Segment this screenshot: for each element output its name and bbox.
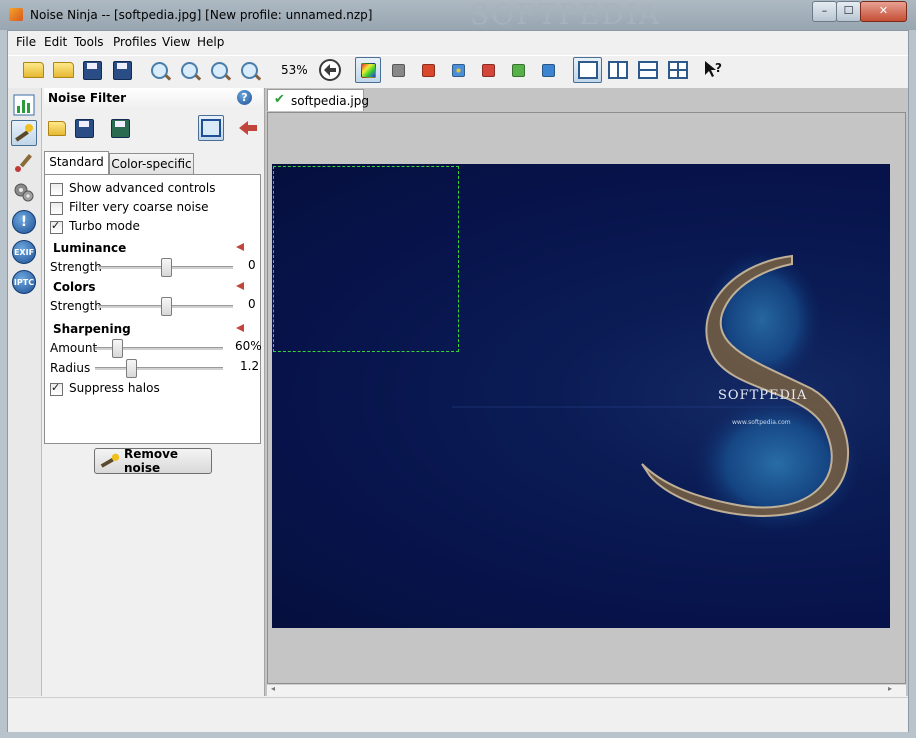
channel-red-icon[interactable] [415,57,441,83]
check-icon: ✔ [274,92,285,107]
sharpening-heading: Sharpening [53,322,131,336]
open-profile-folder-icon[interactable] [50,57,76,83]
turbo-mode-checkbox[interactable] [50,219,63,234]
title-bar: SOFTPEDIA Noise Ninja -- [softpedia.jpg]… [0,0,916,31]
preview-view-icon[interactable] [198,115,224,141]
document-tab[interactable]: ✔ softpedia.jpg [267,89,369,111]
image-title: SOFTPEDIA [718,388,807,403]
save-as-icon[interactable] [109,57,135,83]
title-watermark: SOFTPEDIA [470,0,662,31]
wand-icon [100,453,120,468]
tab-standard[interactable]: Standard [44,151,109,175]
zoom-in-icon[interactable] [146,57,172,83]
svg-text:SOFTPEDIA: SOFTPEDIA [718,388,807,403]
amount-value: 60% [235,339,262,353]
tab-color-specific[interactable]: Color-specific [109,153,194,175]
app-icon [9,8,23,21]
channel-green-icon[interactable] [505,57,531,83]
horizontal-scrollbar[interactable]: ◂ ▸ [267,684,906,696]
colors-strength-label: Strength [50,299,102,313]
menu-view[interactable]: View [161,35,191,49]
menu-help[interactable]: Help [196,35,225,49]
exif-icon[interactable]: EXIF [11,239,37,265]
maximize-button[interactable]: ☐ [836,1,861,22]
window-title: Noise Ninja -- [softpedia.jpg] [New prof… [30,8,373,22]
svg-text:www.softpedia.com: www.softpedia.com [732,419,791,426]
radius-slider[interactable] [125,359,137,378]
channel-red-icon-2[interactable] [475,57,501,83]
channel-swatch [391,63,405,77]
filter-coarse-checkbox[interactable] [50,202,63,215]
luminance-strength-label: Strength [50,260,102,274]
menu-file[interactable]: File [15,35,37,49]
zoom-out-icon[interactable] [176,57,202,83]
channel-blue-yellow-icon[interactable] [445,57,471,83]
luminance-strength-slider[interactable] [160,258,172,277]
menu-profiles[interactable]: Profiles [112,35,158,49]
remove-noise-button[interactable]: Remove noise [94,447,212,475]
document-tab-label: softpedia.jpg [291,94,369,108]
save-settings-icon[interactable] [71,115,97,141]
zoom-actual-icon[interactable] [236,57,262,83]
single-view-icon[interactable] [573,57,602,83]
apply-arrow-icon[interactable] [235,115,261,141]
suppress-halos-checkbox[interactable] [50,381,63,396]
luminance-strength-value: 0 [248,258,256,272]
back-icon[interactable] [317,57,343,83]
scroll-right-icon[interactable]: ▸ [888,684,892,693]
luminance-heading: Luminance [53,241,127,255]
gears-icon[interactable] [11,179,37,205]
zoom-fit-icon[interactable] [206,57,232,83]
save-icon[interactable] [79,57,105,83]
menu-tools[interactable]: Tools [73,35,105,49]
help-icon[interactable]: ? [237,90,252,105]
noise-filter-wand-icon[interactable] [11,120,37,146]
radius-track [95,367,223,370]
radius-value: 1.2 [240,359,260,373]
preview-selection-rectangle[interactable] [273,166,459,352]
status-bar [8,697,908,732]
show-advanced-checkbox[interactable] [50,183,63,196]
amount-label: Amount [50,341,98,355]
quad-view-icon[interactable] [663,57,692,83]
load-settings-icon[interactable] [44,115,70,141]
show-advanced-label: Show advanced controls [69,181,216,195]
histogram-icon[interactable] [11,92,37,118]
radius-label: Radius [50,361,91,375]
colors-reset-arrow-icon[interactable] [236,282,244,290]
amount-slider[interactable] [111,339,123,358]
open-folder-icon[interactable] [20,57,46,83]
split-vertical-icon[interactable] [603,57,632,83]
save-settings-as-icon[interactable] [107,115,133,141]
scroll-left-icon[interactable]: ◂ [271,684,275,693]
channel-blue-icon[interactable] [535,57,561,83]
minimize-button[interactable]: – [812,1,837,22]
suppress-halos-label: Suppress halos [69,381,160,395]
split-horizontal-icon[interactable] [633,57,662,83]
channel-gray-icon[interactable] [385,57,411,83]
image-url: www.softpedia.com [732,419,791,426]
close-button[interactable]: ✕ [860,1,907,22]
color-channels-icon[interactable] [355,57,381,83]
colors-strength-value: 0 [248,297,256,311]
colors-heading: Colors [53,280,96,294]
panel-title: Noise Filter [48,91,127,105]
colors-strength-slider[interactable] [160,297,172,316]
menu-edit[interactable]: Edit [43,35,68,49]
brush-icon[interactable] [11,150,37,176]
warning-icon[interactable]: ! [11,209,37,235]
luminance-reset-arrow-icon[interactable] [236,243,244,251]
zoom-level: 53% [281,63,308,77]
turbo-mode-label: Turbo mode [69,219,140,233]
filter-coarse-label: Filter very coarse noise [69,200,209,214]
help-pointer-icon[interactable]: ? [700,57,726,83]
iptc-icon[interactable]: IPTC [11,269,37,295]
svg-text:?: ? [715,61,722,75]
sharpening-reset-arrow-icon[interactable] [236,324,244,332]
remove-noise-label: Remove noise [123,447,179,475]
